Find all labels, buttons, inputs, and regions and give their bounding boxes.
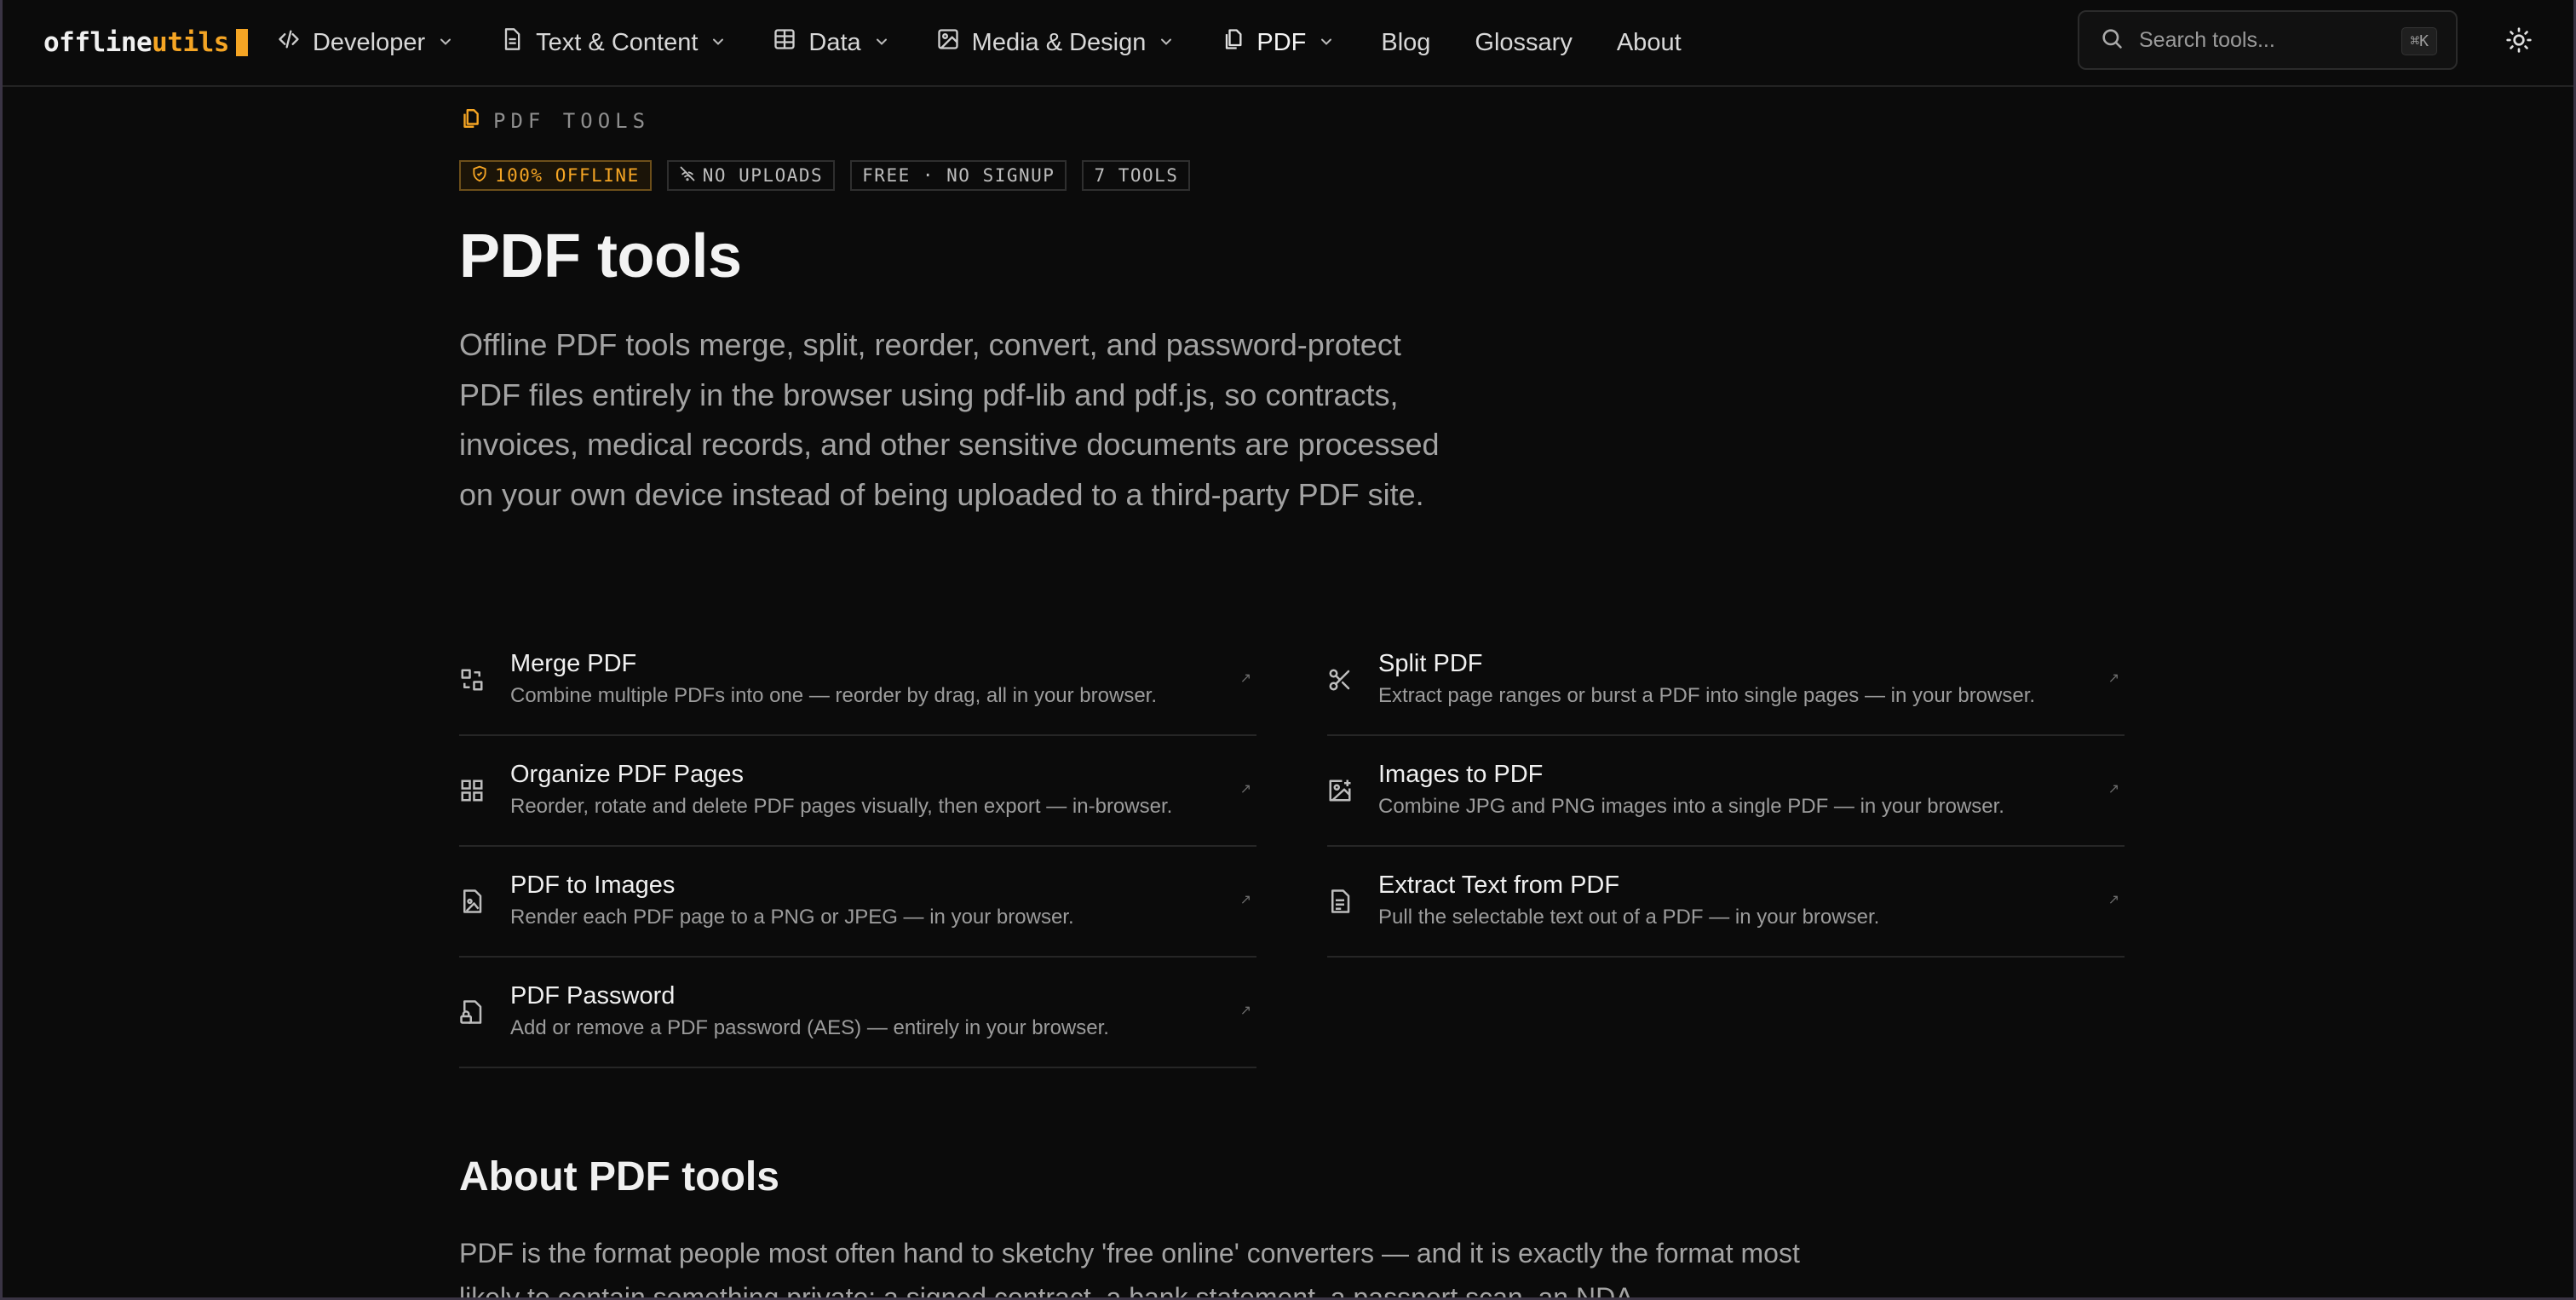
scissors-icon	[1327, 664, 1353, 695]
file-lock-icon	[459, 997, 485, 1027]
logo-cursor	[235, 29, 248, 56]
tool-name: Extract Text from PDF	[1378, 871, 1620, 899]
logo-text-offline: offline	[43, 27, 152, 58]
tool-name: Split PDF	[1378, 650, 1483, 677]
nav-text-content-label: Text & Content	[536, 28, 699, 56]
merge-icon	[459, 664, 485, 695]
theme-toggle-button[interactable]	[2505, 26, 2533, 58]
nav-pdf-label: PDF	[1256, 28, 1307, 56]
tool-description: Extract page ranges or burst a PDF into …	[1378, 684, 2036, 707]
arrow-up-right-icon: ↗	[2107, 782, 2119, 797]
site-logo[interactable]: offline utils	[43, 27, 248, 58]
badge-row: 100% OFFLINE NO UPLOADS FREE · NO SIGNUP…	[459, 160, 2129, 191]
document-icon	[500, 27, 524, 58]
pdf-files-icon	[1221, 27, 1245, 58]
main-nav: Developer Text & Content Data Media & De…	[277, 0, 1726, 85]
tool-split-pdf[interactable]: Split PDF Extract page ranges or burst a…	[1327, 625, 2125, 736]
tool-pdf-to-images[interactable]: PDF to Images Render each PDF page to a …	[459, 847, 1256, 958]
sun-icon	[2505, 27, 2533, 57]
nav-text-content[interactable]: Text & Content	[500, 0, 727, 85]
about-section-title: About PDF tools	[459, 1154, 779, 1199]
file-text-icon	[1327, 886, 1353, 917]
badge-no-uploads: NO UPLOADS	[666, 160, 836, 191]
tool-name: PDF to Images	[510, 871, 676, 899]
badge-tool-count-label: 7 TOOLS	[1094, 165, 1179, 186]
nav-pdf[interactable]: PDF	[1221, 0, 1335, 85]
badge-free-label: FREE · NO SIGNUP	[862, 165, 1055, 186]
nav-blog[interactable]: Blog	[1381, 29, 1430, 57]
pdf-files-icon	[459, 107, 481, 135]
main-content: PDF TOOLS 100% OFFLINE NO UPLOADS FREE ·…	[459, 87, 2129, 1300]
page-eyebrow: PDF TOOLS	[459, 107, 2129, 135]
shield-icon	[471, 165, 488, 187]
nav-media-design-label: Media & Design	[971, 28, 1147, 56]
tool-name: Merge PDF	[510, 650, 637, 677]
arrow-up-right-icon: ↗	[1239, 893, 1251, 907]
nav-media-design[interactable]: Media & Design	[936, 0, 1176, 85]
page-title: PDF tools	[459, 222, 742, 290]
badge-offline-label: 100% OFFLINE	[495, 165, 640, 186]
no-wifi-icon	[679, 165, 696, 187]
badge-tool-count: 7 TOOLS	[1082, 160, 1191, 191]
tool-name: Images to PDF	[1378, 761, 1544, 788]
tool-merge-pdf[interactable]: Merge PDF Combine multiple PDFs into one…	[459, 625, 1256, 736]
arrow-up-right-icon: ↗	[1239, 671, 1251, 686]
chevron-down-icon	[437, 29, 454, 57]
chevron-down-icon	[1318, 29, 1335, 57]
nav-glossary[interactable]: Glossary	[1475, 29, 1572, 57]
tools-list: Merge PDF Combine multiple PDFs into one…	[459, 625, 2125, 1068]
tool-name: PDF Password	[510, 982, 676, 1010]
grid-icon	[459, 775, 485, 806]
page-lead: Offline PDF tools merge, split, reorder,…	[459, 327, 1440, 512]
nav-developer[interactable]: Developer	[277, 0, 454, 85]
table-icon	[773, 27, 796, 58]
search-shortcut-badge: ⌘K	[2401, 27, 2437, 55]
file-image-icon	[459, 886, 485, 917]
chevron-down-icon	[710, 29, 727, 57]
nav-data[interactable]: Data	[773, 0, 889, 85]
top-navigation: offline utils Developer Text & Content D…	[3, 0, 2573, 87]
tool-description: Combine JPG and PNG images into a single…	[1378, 795, 2004, 818]
arrow-up-right-icon: ↗	[1239, 1004, 1251, 1018]
badge-free: FREE · NO SIGNUP	[850, 160, 1067, 191]
arrow-up-right-icon: ↗	[1239, 782, 1251, 797]
image-plus-icon	[1327, 775, 1353, 806]
badge-offline: 100% OFFLINE	[459, 160, 652, 191]
about-section-text: PDF is the format people most often hand…	[459, 1238, 1800, 1300]
tool-name: Organize PDF Pages	[510, 761, 745, 788]
search-box[interactable]: ⌘K	[2078, 10, 2458, 70]
tool-pdf-password[interactable]: PDF Password Add or remove a PDF passwor…	[459, 958, 1256, 1068]
tool-description: Pull the selectable text out of a PDF — …	[1378, 906, 1880, 929]
arrow-up-right-icon: ↗	[2107, 671, 2119, 686]
eyebrow-label: PDF TOOLS	[493, 109, 651, 133]
search-icon	[2100, 26, 2124, 55]
nav-developer-label: Developer	[312, 28, 426, 56]
chevron-down-icon	[873, 29, 890, 57]
nav-data-label: Data	[808, 28, 861, 56]
code-icon	[277, 27, 301, 58]
nav-about[interactable]: About	[1617, 29, 1682, 57]
tool-description: Combine multiple PDFs into one — reorder…	[510, 684, 1157, 707]
app-window: offline utils Developer Text & Content D…	[0, 0, 2576, 1300]
arrow-up-right-icon: ↗	[2107, 893, 2119, 907]
tool-organize-pdf-pages[interactable]: Organize PDF Pages Reorder, rotate and d…	[459, 736, 1256, 847]
tool-description: Reorder, rotate and delete PDF pages vis…	[510, 795, 1173, 818]
tool-images-to-pdf[interactable]: Images to PDF Combine JPG and PNG images…	[1327, 736, 2125, 847]
badge-no-uploads-label: NO UPLOADS	[702, 165, 824, 186]
tool-description: Render each PDF page to a PNG or JPEG — …	[510, 906, 1074, 929]
image-icon	[936, 27, 960, 58]
chevron-down-icon	[1158, 29, 1175, 57]
tool-extract-text[interactable]: Extract Text from PDF Pull the selectabl…	[1327, 847, 2125, 958]
search-input[interactable]	[2139, 27, 2386, 53]
tool-description: Add or remove a PDF password (AES) — ent…	[510, 1016, 1109, 1039]
logo-text-utils: utils	[152, 27, 229, 58]
